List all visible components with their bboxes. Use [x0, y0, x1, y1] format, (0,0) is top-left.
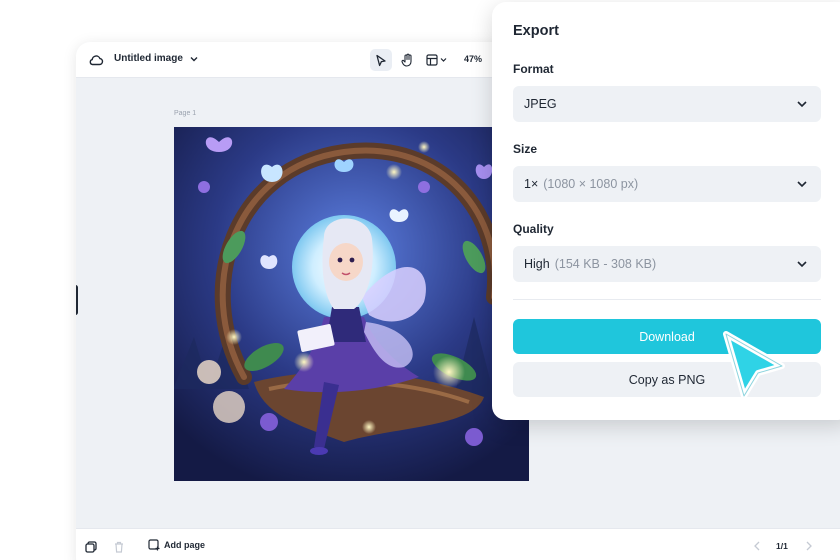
- layout-tool-button[interactable]: [424, 49, 452, 71]
- arrow-cursor-icon: [723, 331, 785, 399]
- previous-page-icon[interactable]: [752, 540, 762, 552]
- canvas-image[interactable]: [174, 127, 529, 481]
- quality-detail: (154 KB - 308 KB): [554, 257, 657, 271]
- size-select[interactable]: 1× (1080 × 1080 px): [513, 166, 821, 202]
- hand-icon: [400, 53, 412, 67]
- chevron-down-icon: [797, 181, 807, 188]
- zoom-level[interactable]: 47%: [464, 54, 482, 64]
- chevron-down-icon: [797, 101, 807, 108]
- select-tool-button[interactable]: [370, 49, 392, 71]
- quality-label: Quality: [513, 222, 554, 236]
- size-value: 1×: [524, 177, 539, 191]
- format-select[interactable]: JPEG: [513, 86, 821, 122]
- add-page-label: Add page: [164, 540, 206, 550]
- fairy-illustration: [174, 127, 529, 481]
- pages-icon[interactable]: [84, 540, 98, 554]
- add-page-icon: [148, 539, 160, 551]
- size-label: Size: [513, 142, 538, 156]
- next-page-icon[interactable]: [804, 540, 814, 552]
- document-title[interactable]: Untitled image: [114, 53, 183, 64]
- divider: [513, 299, 821, 300]
- page-counter: 1/1: [776, 541, 788, 551]
- page-label: Page 1: [174, 110, 197, 117]
- format-value: JPEG: [524, 97, 557, 111]
- trash-icon[interactable]: [112, 540, 126, 554]
- cloud-icon[interactable]: [88, 52, 104, 68]
- export-title: Export: [513, 23, 559, 39]
- editor-bottombar: Add page 1/1: [76, 528, 840, 560]
- copy-as-png-label: Copy as PNG: [628, 372, 706, 387]
- panel-resize-handle[interactable]: [76, 285, 78, 315]
- layout-icon: [426, 54, 447, 66]
- quality-value: High: [524, 257, 550, 271]
- download-label: Download: [639, 329, 695, 344]
- format-label: Format: [513, 62, 554, 76]
- size-detail: (1080 × 1080 px): [543, 177, 639, 191]
- pointer-icon: [376, 54, 386, 66]
- chevron-down-icon: [797, 261, 807, 268]
- hand-tool-button[interactable]: [396, 49, 418, 71]
- add-page-button[interactable]: Add page: [148, 539, 205, 551]
- chevron-down-icon[interactable]: [189, 53, 199, 65]
- screen: Untitled image 47% Page 1 Add page 1/1 E…: [0, 0, 840, 560]
- quality-select[interactable]: High (154 KB - 308 KB): [513, 246, 821, 282]
